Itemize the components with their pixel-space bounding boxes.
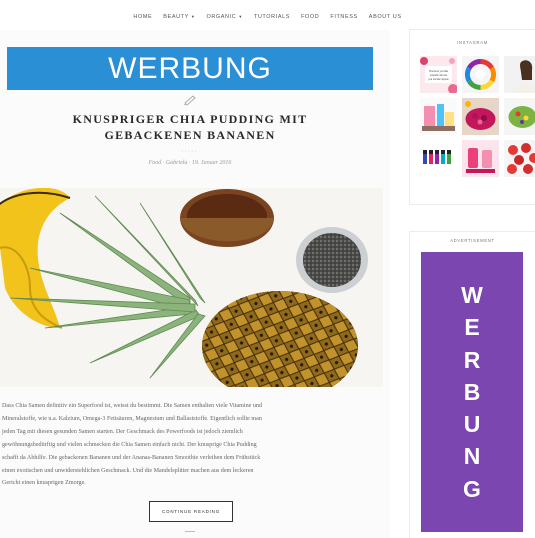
ad-letter: G <box>463 475 481 502</box>
post-meta: Food · Gabriela · 19. Januar 2016 <box>148 160 232 166</box>
excerpt-line: gewöhnungsbedürftig und vielen schmecken… <box>2 441 257 448</box>
instagram-grid: The more you like yourself, the less you… <box>420 56 535 177</box>
ad-letter: N <box>463 443 481 470</box>
raspberries-tile[interactable] <box>504 140 535 177</box>
person-tile[interactable] <box>504 56 535 93</box>
excerpt-line: jeden Tag mit diesen gesunden Samen star… <box>2 428 243 435</box>
post-title-line-2: GEBACKENEN BANANEN <box>104 127 276 142</box>
ad-letter: B <box>463 378 481 405</box>
instagram-widget-title: INSTAGRAM <box>457 40 488 45</box>
advertisement-widget: ADVERTISEMENT W E R B U N G <box>410 232 535 538</box>
chevron-down-icon: ▼ <box>238 14 243 19</box>
quote-text-1: The more you like <box>429 70 449 73</box>
banner-label: WERBUNG <box>108 51 272 85</box>
sidebar-ad-banner[interactable]: W E R B U N G <box>421 252 523 532</box>
nav-item-fitness[interactable]: FITNESS <box>330 10 357 24</box>
nav-item-beauty[interactable]: BEAUTY ▼ <box>163 10 195 24</box>
nav-item-food[interactable]: FOOD <box>301 10 319 24</box>
advertising-banner: WERBUNG <box>7 47 373 90</box>
nail-polish-tile[interactable] <box>420 140 457 177</box>
excerpt-line: schafft da Abhilfe. Die gebackenen Banan… <box>2 454 261 461</box>
excerpt-line: Gericht einen knusprigen Zmorge. <box>2 480 86 487</box>
quote-text-3: you are like anyone <box>428 78 449 81</box>
color-wheel-tile[interactable] <box>462 56 499 93</box>
berry-bowl-tile[interactable] <box>462 98 499 135</box>
ad-letter: U <box>463 411 481 438</box>
excerpt-line: Mineralstoffe, wie u.a. Kalzium, Omega-3… <box>2 415 262 422</box>
nav-item-tutorials[interactable]: TUTORIALS <box>254 10 290 24</box>
chevron-down-icon: ▼ <box>190 14 196 19</box>
rating-dots: ••••• <box>181 148 199 153</box>
quote-text-2: yourself, the less <box>430 74 448 77</box>
top-navigation: HOME BEAUTY ▼ ORGANIC ▼ TUTORIALS FOOD FIT… <box>0 10 535 24</box>
ad-letter: W <box>461 281 483 308</box>
post-title-line-1: KNUSPRIGER CHIA PUDDING MIT <box>72 112 308 126</box>
instagram-widget: INSTAGRAM The more you like yourself, th… <box>410 30 535 204</box>
drinks-tile[interactable] <box>462 140 499 177</box>
cosmetics-tile[interactable] <box>420 98 457 135</box>
continue-reading-button[interactable]: CONTINUE READING <box>149 501 233 522</box>
post-excerpt: Dass Chia Samen definitiv ein Superfood … <box>2 400 380 490</box>
quote-card-tile[interactable]: The more you like yourself, the less you… <box>420 56 457 93</box>
green-bowl-tile[interactable] <box>504 98 535 135</box>
advertisement-widget-title: ADVERTISEMENT <box>450 238 495 243</box>
ad-letter: R <box>463 346 481 373</box>
post-hero-image[interactable] <box>0 188 383 387</box>
post-title[interactable]: KNUSPRIGER CHIA PUDDING MIT GEBACKENEN B… <box>40 112 340 143</box>
excerpt-line: einen exotischen und unwiderstehlichen G… <box>2 467 254 474</box>
nav-item-home[interactable]: HOME <box>133 10 152 24</box>
excerpt-line: Dass Chia Samen definitiv ein Superfood … <box>2 403 262 409</box>
divider <box>185 531 195 532</box>
post-column: WERBUNG KNUSPRIGER CHIA PUDDING MIT GEBA… <box>0 30 390 538</box>
pen-icon <box>183 95 196 106</box>
nav-item-about-us[interactable]: ABOUT US <box>369 10 402 24</box>
ad-letter: E <box>464 314 480 341</box>
nav-item-organic[interactable]: ORGANIC ▼ <box>206 10 242 24</box>
